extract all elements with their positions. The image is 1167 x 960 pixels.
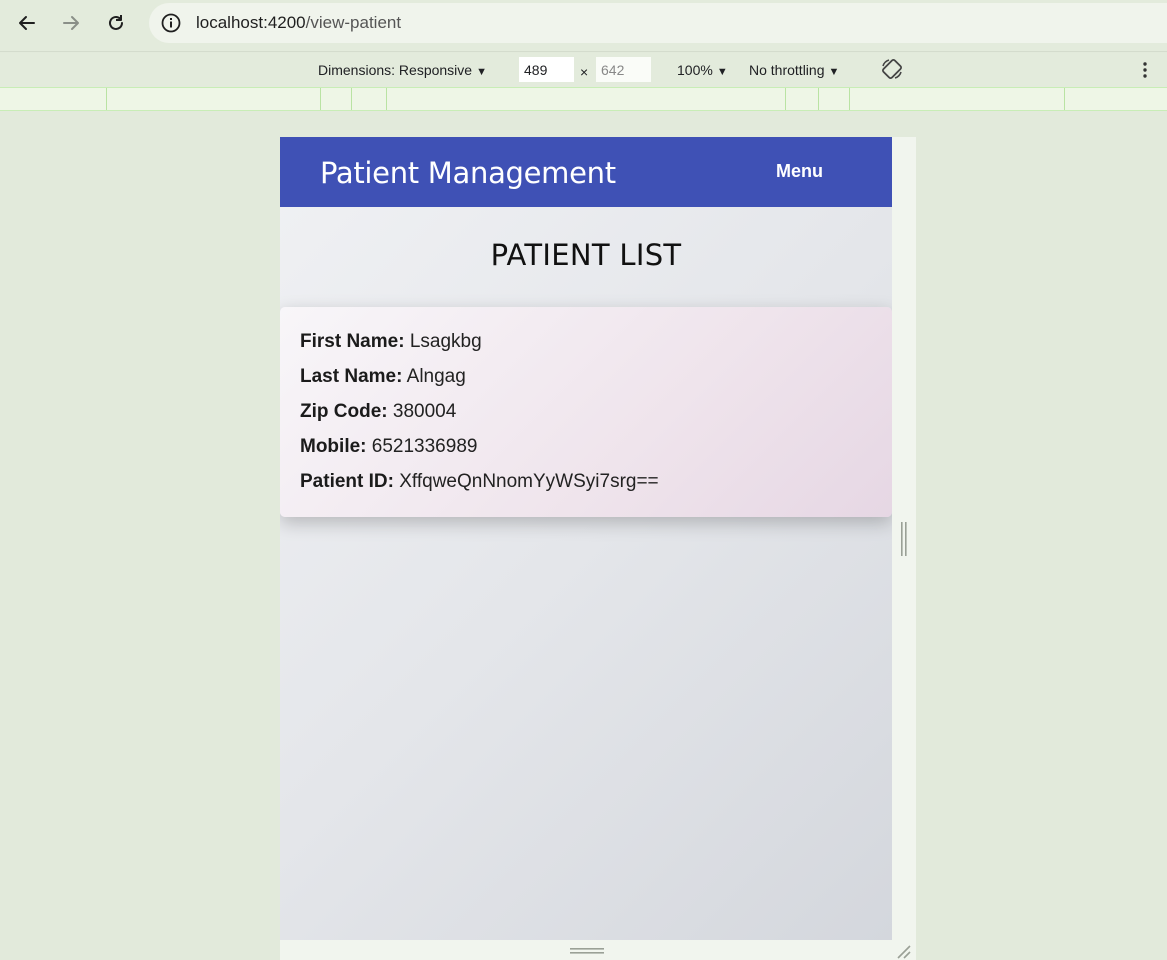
menu-button[interactable]: Menu [776,161,823,182]
forward-button[interactable] [53,8,89,38]
resize-handle-right[interactable] [900,522,908,556]
resize-handle-bottom[interactable] [570,947,604,955]
patient-id-label: Patient ID: [300,471,394,492]
url-text[interactable]: localhost:4200/view-patient [196,13,401,33]
url-host: localhost:4200 [196,13,306,32]
device-toolbar: Dimensions: Responsive▼ × 100%▼ No throt… [0,53,1167,87]
caret-down-icon: ▼ [716,66,728,78]
first-name-label: First Name: [300,331,405,352]
width-input[interactable] [519,57,574,82]
reload-button[interactable] [98,8,134,38]
zoom-dropdown[interactable]: 100% ▼ [677,62,728,78]
arrow-right-icon [63,16,79,30]
zip-code-value: 380004 [392,401,457,422]
mobile-row: Mobile: 6521336989 [300,436,477,458]
dimensions-label: Dimensions: Responsive [318,62,473,78]
patient-id-value: XffqweQnNnomYyWSyi7srg== [399,471,659,492]
browser-toolbar: localhost:4200/view-patient [0,0,1167,52]
zip-code-row: Zip Code: 380004 [300,401,456,423]
first-name-value: Lsagkbg [409,331,482,352]
arrow-left-icon [19,16,35,30]
info-icon[interactable] [160,12,182,34]
throttling-label: No throttling [749,62,825,78]
back-button[interactable] [9,8,45,38]
app-title: Patient Management [320,156,616,190]
app-viewport: Patient Management Menu PATIENT LIST Fir… [280,137,892,940]
zoom-label: 100% [677,62,713,78]
app-header: Patient Management Menu [280,137,892,207]
rotate-icon[interactable] [880,57,904,81]
page-heading: PATIENT LIST [490,238,682,272]
caret-down-icon: ▼ [828,66,840,78]
more-options-icon[interactable] [1138,60,1152,80]
caret-down-icon: ▼ [476,66,487,78]
patient-id-row: Patient ID: XffqweQnNnomYyWSyi7srg== [300,471,659,493]
url-path: /view-patient [305,13,402,32]
last-name-value: Alngag [406,366,466,387]
last-name-row: Last Name: Alngag [300,366,466,388]
patient-card: First Name: Lsagkbg Last Name: Alngag Zi… [280,307,892,517]
zip-code-label: Zip Code: [300,401,388,422]
mobile-value: 6521336989 [371,436,478,457]
resize-handle-corner[interactable] [894,942,912,960]
last-name-label: Last Name: [300,366,403,387]
first-name-row: First Name: Lsagkbg [300,331,482,353]
height-input[interactable] [596,57,651,82]
media-query-ruler[interactable] [0,87,1167,111]
dimensions-dropdown[interactable]: Dimensions: Responsive ▼ [318,62,487,78]
mobile-label: Mobile: [300,436,367,457]
throttling-dropdown[interactable]: No throttling ▼ [749,62,839,78]
reload-icon [109,15,123,30]
times-sign: × [580,64,589,80]
